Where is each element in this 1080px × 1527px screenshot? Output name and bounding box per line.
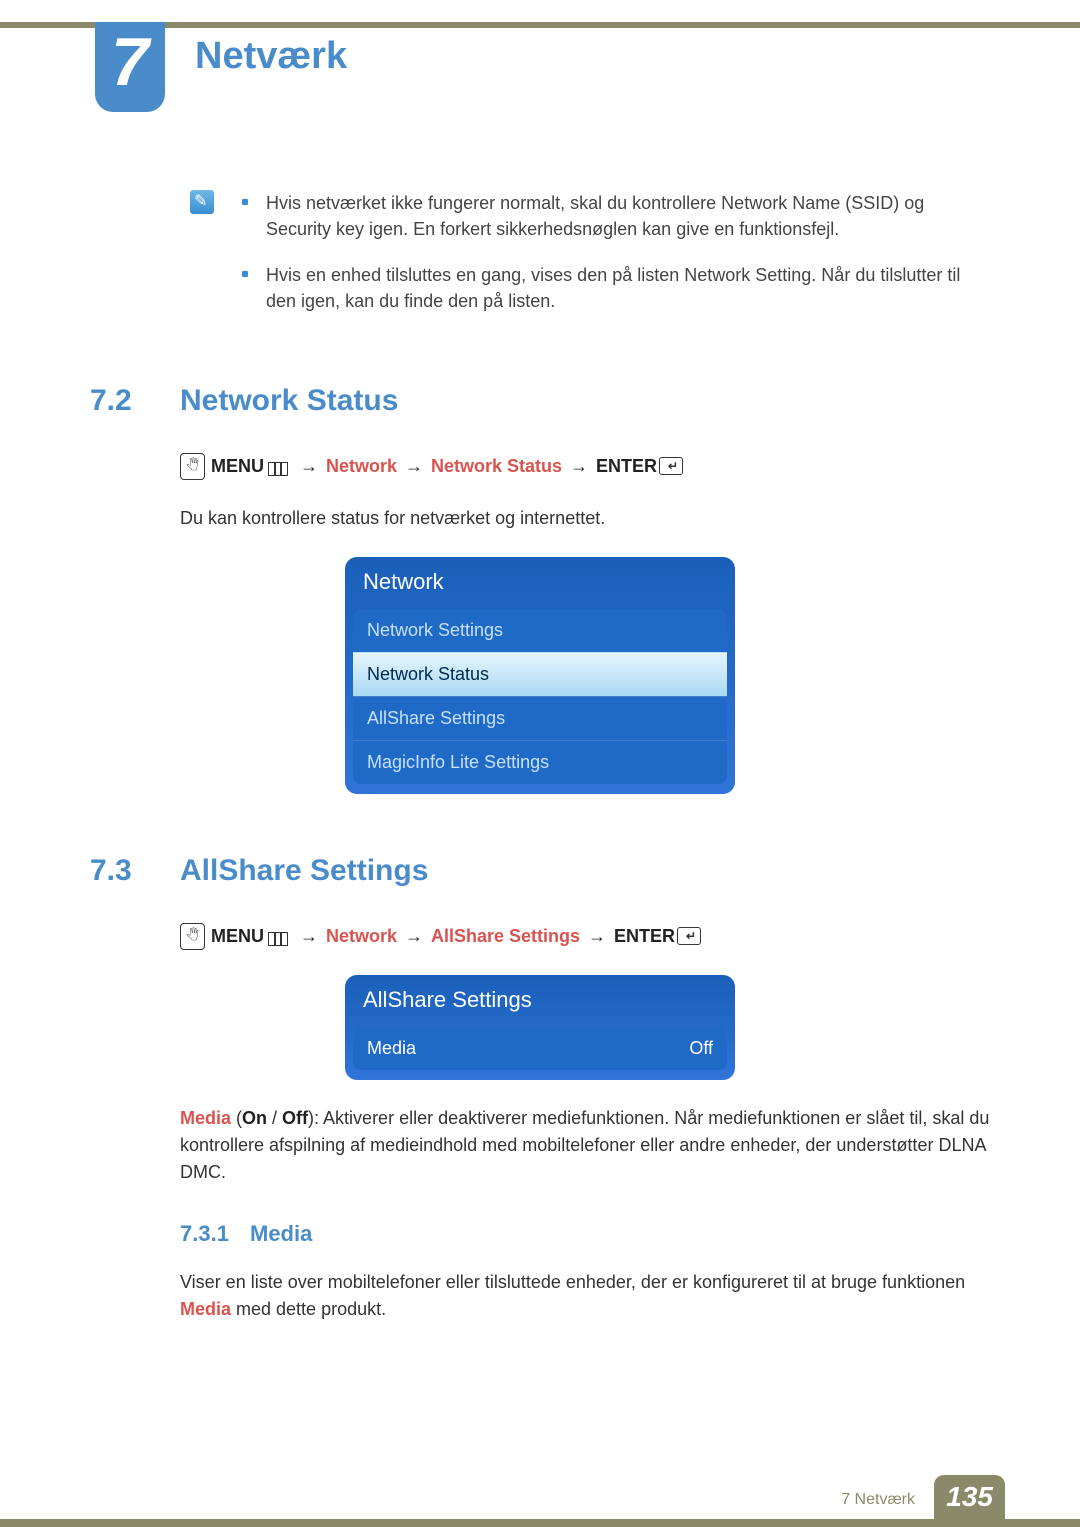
subsection-body: Viser en liste over mobiltelefoner eller…: [180, 1269, 990, 1323]
inline-term: Media: [180, 1108, 231, 1128]
section-number: 7.2: [90, 384, 180, 418]
breadcrumb-menu: MENU: [211, 456, 264, 477]
section-heading: 7.3 AllShare Settings: [90, 854, 990, 888]
inline-term: Media: [180, 1299, 231, 1319]
note-text: Hvis netværket ikke fungerer normalt, sk…: [266, 190, 990, 242]
breadcrumb: 🖑 MENU → Network → AllShare Settings → E…: [180, 923, 990, 950]
menu-grid-icon: [268, 932, 288, 946]
note-icon: [190, 190, 214, 214]
menu-item-label: Media: [367, 1038, 416, 1059]
text: Viser en liste over mobiltelefoner eller…: [180, 1272, 965, 1292]
breadcrumb: 🖑 MENU → Network → Network Status → ENTE…: [180, 453, 990, 480]
subsection-heading: 7.3.1 Media: [180, 1221, 990, 1247]
breadcrumb-item: Network Status: [431, 456, 562, 477]
section-heading: 7.2 Network Status: [90, 384, 990, 418]
breadcrumb-item: Network: [326, 926, 397, 947]
breadcrumb-enter: ENTER: [614, 926, 675, 947]
note-block: Hvis netværket ikke fungerer normalt, sk…: [90, 190, 990, 334]
footer-chapter-text: 7 Netværk: [841, 1491, 915, 1509]
arrow-icon: →: [300, 456, 318, 477]
page-number-badge: 135: [934, 1475, 1005, 1519]
enter-icon: ↵: [659, 457, 683, 475]
text: ):: [308, 1108, 323, 1128]
text: (: [231, 1108, 242, 1128]
arrow-icon: →: [588, 926, 606, 947]
menu-item-label: MagicInfo Lite Settings: [367, 752, 549, 773]
text: med dette produkt.: [231, 1299, 386, 1319]
breadcrumb-item: AllShare Settings: [431, 926, 580, 947]
section-title: AllShare Settings: [180, 854, 428, 888]
breadcrumb-menu: MENU: [211, 926, 264, 947]
network-menu-panel: Network Network Settings Network Status …: [345, 557, 735, 794]
bullet-icon: [242, 199, 248, 205]
note-item: Hvis netværket ikke fungerer normalt, sk…: [242, 190, 990, 242]
arrow-icon: →: [405, 456, 423, 477]
inline-term: On: [242, 1108, 267, 1128]
menu-item[interactable]: Network Settings: [353, 609, 727, 652]
remote-icon: 🖑: [180, 453, 205, 480]
text: /: [267, 1108, 282, 1128]
enter-icon: ↵: [677, 927, 701, 945]
menu-item[interactable]: MagicInfo Lite Settings: [353, 740, 727, 784]
subsection-title: Media: [250, 1221, 312, 1247]
footer-stripe: [0, 1519, 1080, 1527]
remote-icon: 🖑: [180, 923, 205, 950]
chapter-number-badge: 7: [95, 22, 165, 112]
menu-item-selected[interactable]: Network Status: [353, 652, 727, 696]
menu-panel-title: AllShare Settings: [345, 975, 735, 1027]
arrow-icon: →: [570, 456, 588, 477]
menu-item-label: AllShare Settings: [367, 708, 505, 729]
breadcrumb-item: Network: [326, 456, 397, 477]
breadcrumb-enter: ENTER: [596, 456, 657, 477]
menu-item[interactable]: Media Off: [353, 1027, 727, 1070]
section-title: Network Status: [180, 384, 398, 418]
chapter-title: Netværk: [195, 35, 347, 78]
note-item: Hvis en enhed tilsluttes en gang, vises …: [242, 262, 990, 314]
menu-item-value: Off: [689, 1038, 713, 1059]
inline-term: Off: [282, 1108, 308, 1128]
section-body: Media (On / Off): Aktiverer eller deakti…: [180, 1105, 990, 1186]
menu-item-label: Network Status: [367, 664, 489, 685]
section-body: Du kan kontrollere status for netværket …: [180, 505, 990, 532]
section-number: 7.3: [90, 854, 180, 888]
menu-panel-title: Network: [345, 557, 735, 609]
allshare-menu-panel: AllShare Settings Media Off: [345, 975, 735, 1080]
page-footer: 7 Netværk 135: [0, 1477, 1080, 1527]
menu-item-label: Network Settings: [367, 620, 503, 641]
subsection-number: 7.3.1: [180, 1221, 250, 1247]
arrow-icon: →: [300, 926, 318, 947]
note-text: Hvis en enhed tilsluttes en gang, vises …: [266, 262, 990, 314]
bullet-icon: [242, 271, 248, 277]
arrow-icon: →: [405, 926, 423, 947]
menu-grid-icon: [268, 462, 288, 476]
menu-item[interactable]: AllShare Settings: [353, 696, 727, 740]
